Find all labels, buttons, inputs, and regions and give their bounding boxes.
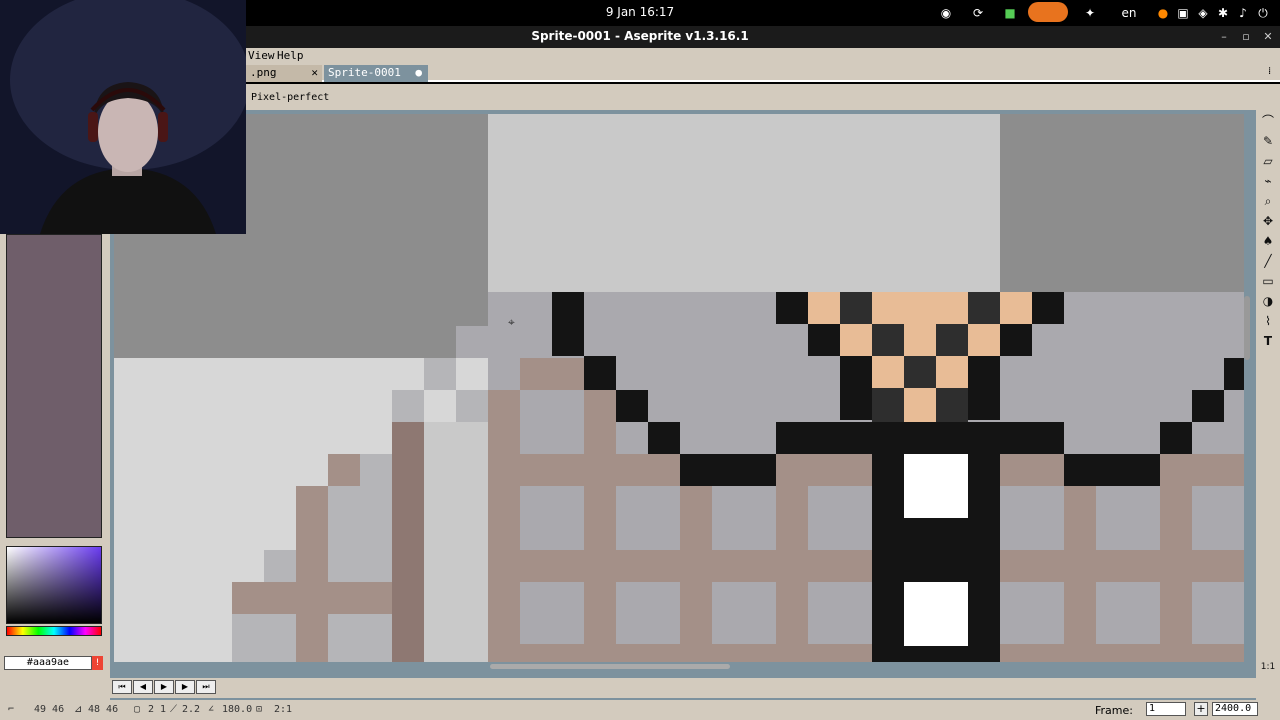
- scale-value: 2:1: [274, 704, 293, 715]
- play-icon[interactable]: ▶: [154, 680, 174, 694]
- recording-icon[interactable]: [1028, 2, 1068, 22]
- maximize-icon[interactable]: ▫: [1238, 29, 1254, 45]
- minimize-icon[interactable]: –: [1216, 29, 1232, 45]
- tab-menu-icon[interactable]: ⁞: [1268, 66, 1271, 77]
- selection-icon: ▢: [134, 704, 141, 715]
- angle-value: 180.0: [222, 704, 253, 715]
- move-icon[interactable]: ✥: [1259, 212, 1277, 230]
- angle-icon: ∠: [208, 704, 215, 715]
- frame-input[interactable]: 1: [1146, 702, 1186, 716]
- warning-icon[interactable]: !: [92, 656, 103, 670]
- eraser-icon[interactable]: ▱: [1259, 152, 1277, 170]
- cursor-size: 48 46: [88, 704, 119, 715]
- zoom-icon[interactable]: ⌕: [1259, 192, 1277, 210]
- clock[interactable]: 9 Jan 16:17: [560, 5, 720, 19]
- rectangle-icon[interactable]: ▭: [1259, 272, 1277, 290]
- size-icon: ⊿: [74, 704, 83, 715]
- pixel-perfect-checkbox[interactable]: Pixel-perfect: [251, 92, 329, 103]
- power-icon[interactable]: ⏻: [1256, 4, 1270, 22]
- screen-share-icon[interactable]: ◉: [938, 4, 954, 22]
- eyedropper-icon[interactable]: ⌁: [1259, 172, 1277, 190]
- blur-icon[interactable]: ⌇: [1259, 312, 1277, 330]
- hue-slider[interactable]: [6, 626, 102, 636]
- palette-swatch[interactable]: [6, 234, 102, 538]
- microphone-icon[interactable]: ●: [1156, 4, 1170, 22]
- modified-dot-icon: ●: [415, 66, 422, 79]
- selection-size: 2 1: [148, 704, 167, 715]
- ratio-icon: ⟋: [170, 704, 177, 715]
- line-icon[interactable]: ╱: [1259, 252, 1277, 270]
- status-bar: ⌐ 49 46 ⊿ 48 46 ▢ 2 1 ⟋ 2.2 ∠ 180.0 ⊡ 2:…: [0, 700, 1280, 720]
- tab-sprite-0001[interactable]: Sprite-0001 ●: [324, 65, 428, 82]
- ratio-value: 2.2: [182, 704, 201, 715]
- sprite-canvas[interactable]: ⌖: [114, 114, 1244, 662]
- network-icon[interactable]: ▣: [1176, 4, 1190, 22]
- last-frame-icon[interactable]: ⏭: [196, 680, 216, 694]
- menu-view[interactable]: View: [248, 49, 275, 62]
- previous-frame-icon[interactable]: ◀: [133, 680, 153, 694]
- zoom-input[interactable]: 2400.0: [1212, 702, 1258, 716]
- accessibility-icon[interactable]: ✦: [1082, 4, 1098, 22]
- color-spectrum[interactable]: [6, 546, 102, 624]
- actual-size-icon[interactable]: 1:1: [1259, 658, 1277, 676]
- wifi-icon[interactable]: ◈: [1196, 4, 1210, 22]
- volume-icon[interactable]: ♪: [1236, 4, 1250, 22]
- pixel-art: ⌖: [114, 114, 1244, 662]
- steam-icon[interactable]: ⟳: [970, 4, 986, 22]
- svg-text:⌖: ⌖: [508, 315, 515, 329]
- language-indicator[interactable]: en: [1116, 4, 1142, 22]
- scale-icon: ⊡: [256, 704, 263, 715]
- tab-label: Sprite-0001: [328, 66, 401, 79]
- fill-icon[interactable]: ♠: [1259, 232, 1277, 250]
- vertical-scrollbar[interactable]: [1244, 296, 1250, 360]
- next-frame-icon[interactable]: ▶: [175, 680, 195, 694]
- add-frame-icon[interactable]: +: [1194, 702, 1208, 716]
- frame-label: Frame:: [1095, 704, 1133, 717]
- tab-png-file[interactable]: .png ✕: [246, 65, 322, 82]
- cursor-coords: 49 46: [34, 704, 65, 715]
- webcam-overlay: [0, 0, 246, 234]
- bluetooth-icon[interactable]: ✱: [1216, 4, 1230, 22]
- lasso-icon[interactable]: ⌒: [1259, 112, 1277, 130]
- menu-help[interactable]: Help: [277, 49, 304, 62]
- pointer-icon: ⌐: [8, 704, 15, 715]
- window-title: Sprite-0001 - Aseprite v1.3.16.1: [531, 29, 749, 43]
- lock-icon[interactable]: ■: [1002, 4, 1018, 22]
- text-icon[interactable]: T: [1259, 332, 1277, 350]
- tab-label: .png: [250, 66, 277, 79]
- close-icon[interactable]: ✕: [311, 66, 318, 79]
- pencil-icon[interactable]: ✎: [1259, 132, 1277, 150]
- horizontal-scrollbar[interactable]: [490, 664, 730, 669]
- contour-icon[interactable]: ◑: [1259, 292, 1277, 310]
- foreground-color-field[interactable]: #aaa9ae: [4, 656, 92, 670]
- first-frame-icon[interactable]: ⏮: [112, 680, 132, 694]
- close-icon[interactable]: ✕: [1260, 29, 1276, 45]
- webcam-person-image: [0, 0, 246, 234]
